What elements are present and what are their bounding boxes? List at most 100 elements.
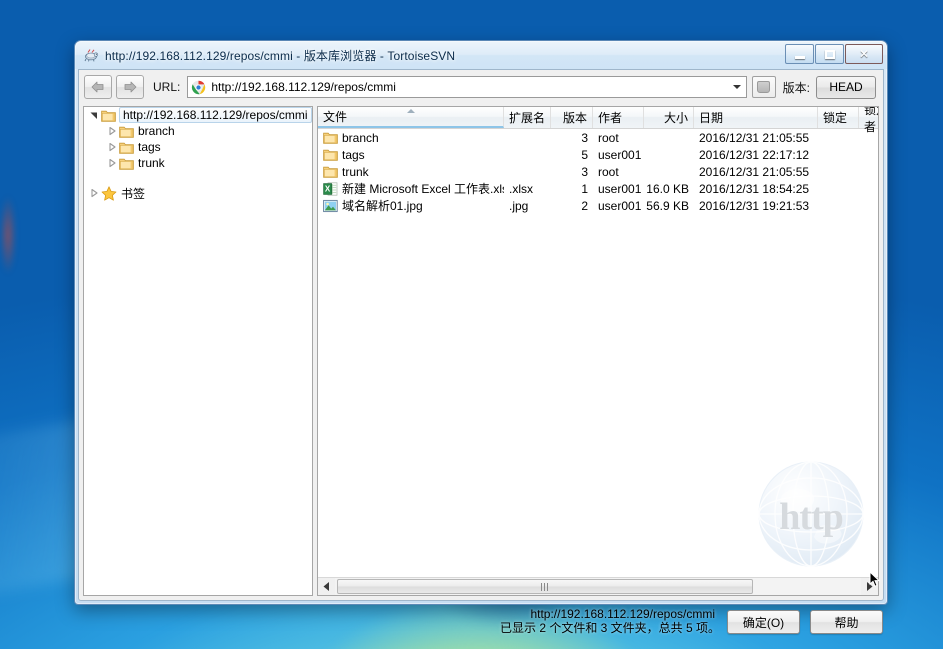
url-label: URL: <box>153 80 180 94</box>
file-list-pane[interactable]: 文件 扩展名版本作者 大小日期 锁定锁定者 branch 3 root 2016/12/31… <box>317 106 879 596</box>
help-button[interactable]: 帮助 <box>810 610 883 634</box>
cell-rev: 3 <box>551 129 593 146</box>
cell-text: 1 <box>581 182 588 196</box>
wallpaper-red-accent <box>0 195 16 275</box>
folder-icon <box>323 165 338 179</box>
cell-lock <box>818 180 859 197</box>
column-header-7[interactable]: 锁定者 <box>859 107 879 128</box>
scrollbar-track[interactable] <box>335 578 861 595</box>
svg-text:X: X <box>325 184 331 193</box>
tree-node-label: branch <box>138 124 175 138</box>
cell-ext: .xlsx <box>504 180 551 197</box>
column-header-3[interactable]: 作者 <box>593 107 644 128</box>
column-header-4[interactable]: 大小 <box>644 107 694 128</box>
watermark-text: http <box>752 495 870 539</box>
cell-text: 2016/12/31 18:54:25 <box>699 182 809 196</box>
window-titlebar[interactable]: http://192.168.112.129/repos/cmmi - 版本库浏… <box>75 41 887 69</box>
ok-button[interactable]: 确定(O) <box>727 610 800 634</box>
tree-node-trunk[interactable]: trunk <box>84 155 312 171</box>
tree-node-tags[interactable]: tags <box>84 139 312 155</box>
file-list-row[interactable]: X新建 Microsoft Excel 工作表.xlsx.xlsx1user00… <box>318 180 878 197</box>
tree-node-list: http://192.168.112.129/repos/cmmibranch t… <box>84 107 312 201</box>
status-url: http://192.168.112.129/repos/cmmi <box>500 607 715 621</box>
minimize-icon <box>795 56 805 59</box>
cell-text: 2016/12/31 19:21:53 <box>699 199 809 213</box>
help-button-label: 帮助 <box>834 614 858 631</box>
file-list-row[interactable]: branch3root2016/12/31 21:05:55 <box>318 129 878 146</box>
cell-name: trunk <box>318 163 504 180</box>
url-dropdown-button[interactable] <box>729 77 746 97</box>
column-header-label: 锁定者 <box>864 106 879 135</box>
window-client-area: URL: http://192.168.112.129/repos/cmmi <box>78 69 884 601</box>
column-header-label: 日期 <box>699 109 723 126</box>
close-button[interactable]: ✕ <box>845 44 883 64</box>
horizontal-scrollbar[interactable] <box>318 577 878 595</box>
cell-text: 3 <box>581 165 588 179</box>
scrollbar-thumb[interactable] <box>337 579 753 594</box>
cell-lock_owner <box>859 180 879 197</box>
cell-size <box>644 146 694 163</box>
column-header-label: 扩展名 <box>509 109 545 126</box>
cell-size: 56.9 KB <box>644 197 694 214</box>
http-globe-watermark: http <box>752 455 870 573</box>
cell-lock_owner <box>859 197 879 214</box>
dialog-button-row: 确定(O) 帮助 <box>727 610 883 634</box>
scroll-left-icon <box>323 582 330 591</box>
maximize-button[interactable] <box>815 44 844 64</box>
url-combobox[interactable]: http://192.168.112.129/repos/cmmi <box>187 76 746 98</box>
cell-text: branch <box>342 131 379 145</box>
head-revision-button[interactable]: HEAD <box>816 76 876 99</box>
tree-expand-icon[interactable] <box>88 187 100 199</box>
cell-author: user001 <box>593 180 644 197</box>
cell-text: 2016/12/31 21:05:55 <box>699 165 809 179</box>
cell-text: 5 <box>581 148 588 162</box>
tree-node-branch[interactable]: branch <box>84 123 312 139</box>
tree-expand-icon[interactable] <box>106 157 118 169</box>
cell-date: 2016/12/31 19:21:53 <box>694 197 818 214</box>
tree-expand-icon[interactable] <box>106 125 118 137</box>
arrow-right-icon <box>122 80 138 94</box>
cell-author: user001 <box>593 197 644 214</box>
url-input[interactable]: http://192.168.112.129/repos/cmmi <box>211 80 396 94</box>
cell-date: 2016/12/31 21:05:55 <box>694 129 818 146</box>
head-revision-label: HEAD <box>829 80 862 94</box>
column-header-label: 作者 <box>598 109 622 126</box>
cell-name: branch <box>318 129 504 146</box>
ok-button-label: 确定(O) <box>743 614 784 631</box>
revision-picker-button[interactable] <box>752 76 776 98</box>
cell-lock <box>818 163 859 180</box>
column-header-5[interactable]: 日期 <box>694 107 818 128</box>
tree-node-http-192-168-112-129-repos-cmmi[interactable]: http://192.168.112.129/repos/cmmi <box>84 107 312 123</box>
file-list-row[interactable]: 域名解析01.jpg.jpg2user00156.9 KB2016/12/31 … <box>318 197 878 214</box>
repository-tree-pane[interactable]: http://192.168.112.129/repos/cmmibranch t… <box>83 106 313 596</box>
close-icon: ✕ <box>859 48 869 60</box>
star-icon <box>101 186 117 201</box>
file-list-header[interactable]: 文件 扩展名版本作者 大小日期 锁定锁定者 <box>318 107 878 129</box>
column-header-1[interactable]: 扩展名 <box>504 107 551 128</box>
tree-collapse-icon[interactable] <box>88 109 100 121</box>
cell-ext <box>504 163 551 180</box>
forward-button[interactable] <box>116 75 144 99</box>
file-list-row[interactable]: tags5user0012016/12/31 22:17:12 <box>318 146 878 163</box>
tree-node-label: tags <box>138 140 161 154</box>
minimize-button[interactable] <box>785 44 814 64</box>
tortoise-svn-icon <box>83 47 99 63</box>
column-header-2[interactable]: 版本 <box>551 107 593 128</box>
window-controls: ✕ <box>784 44 883 64</box>
cell-date: 2016/12/31 21:05:55 <box>694 163 818 180</box>
tree-node-label: http://192.168.112.129/repos/cmmi <box>119 107 312 123</box>
column-header-6[interactable]: 锁定 <box>818 107 859 128</box>
tree-expand-icon[interactable] <box>106 141 118 153</box>
file-list-row[interactable]: trunk 3 root 2016/12/31 21:05:55 <box>318 163 878 180</box>
cell-lock_owner <box>859 146 879 163</box>
cell-text: root <box>598 165 619 179</box>
back-button[interactable] <box>84 75 112 99</box>
cell-size <box>644 163 694 180</box>
scroll-left-button[interactable] <box>318 578 335 595</box>
column-header-0[interactable]: 文件 <box>318 107 504 128</box>
cell-text: 3 <box>581 131 588 145</box>
scrollbar-grip-icon <box>541 583 548 591</box>
version-label: 版本: <box>783 79 810 96</box>
tree-node-书签[interactable]: 书签 <box>84 185 312 201</box>
column-header-label: 文件 <box>323 108 347 125</box>
